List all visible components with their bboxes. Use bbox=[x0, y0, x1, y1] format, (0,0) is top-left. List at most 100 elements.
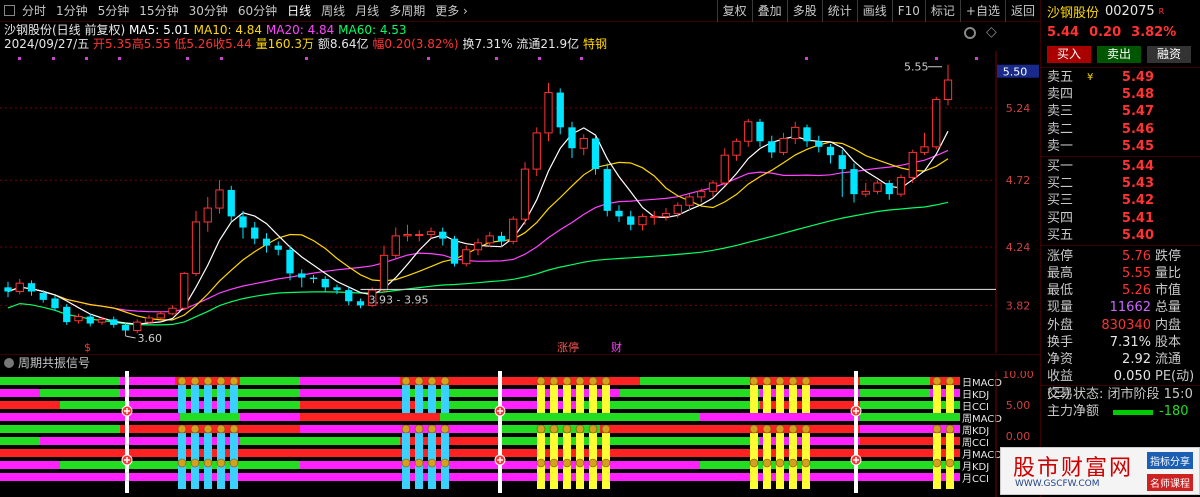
tab-more[interactable]: 更多 bbox=[430, 0, 473, 22]
indicator-tick-label: 10.00 bbox=[1002, 371, 1034, 381]
signal-highlight bbox=[763, 385, 771, 413]
tab-weekly[interactable]: 周线 bbox=[316, 0, 350, 22]
collapse-icon[interactable] bbox=[4, 357, 14, 368]
ma5-line bbox=[7, 127, 949, 325]
stat-row: 换手 7.31% 股本 bbox=[1041, 334, 1200, 351]
tab-60min[interactable]: 60分钟 bbox=[233, 0, 282, 22]
signal-dot bbox=[935, 57, 938, 60]
signal-bar bbox=[860, 377, 930, 385]
signal-dot bbox=[85, 57, 88, 60]
candle-body-down bbox=[39, 292, 47, 300]
tab-15min[interactable]: 15分钟 bbox=[134, 0, 183, 22]
signal-bar bbox=[300, 413, 440, 421]
tab-multi-period[interactable]: 多周期 bbox=[384, 0, 430, 22]
fuquan-button[interactable]: 复权 bbox=[716, 0, 752, 22]
money-bag-icon bbox=[788, 424, 798, 434]
signal-bar bbox=[860, 401, 960, 409]
stats-button[interactable]: 统计 bbox=[821, 0, 857, 22]
settings-gear-icon[interactable] bbox=[964, 27, 976, 39]
bid-price: 5.42 bbox=[1121, 193, 1154, 209]
candle-body-up bbox=[873, 182, 882, 192]
tab-30min[interactable]: 30分钟 bbox=[184, 0, 233, 22]
signal-dot bbox=[305, 57, 308, 60]
bid-row: 买五 5.40 bbox=[1041, 227, 1200, 244]
candles bbox=[4, 64, 953, 337]
candle-body-up bbox=[215, 189, 224, 209]
money-bag-icon bbox=[536, 376, 546, 386]
money-bag-icon bbox=[401, 376, 411, 386]
money-bag-icon bbox=[588, 376, 598, 386]
candle-body-down bbox=[262, 238, 271, 246]
signal-highlight bbox=[789, 385, 797, 413]
signal-bar bbox=[860, 413, 960, 421]
overlay-button[interactable]: 叠加 bbox=[751, 0, 787, 22]
money-bag-icon bbox=[562, 376, 572, 386]
stock-code: 002075 bbox=[1105, 3, 1155, 19]
mark-button[interactable]: 标记 bbox=[924, 0, 960, 22]
candle-body-down bbox=[826, 146, 835, 156]
indicator-row-label: 周KDJ bbox=[962, 425, 989, 437]
money-bag-icon bbox=[440, 458, 450, 468]
money-bag-icon bbox=[427, 424, 437, 434]
signal-dot bbox=[186, 57, 189, 60]
money-bag-icon bbox=[216, 376, 226, 386]
back-button[interactable]: 返回 bbox=[1004, 0, 1040, 22]
money-bag-icon bbox=[190, 376, 200, 386]
candle-body-up bbox=[861, 190, 870, 195]
money-bag-icon bbox=[177, 458, 187, 468]
candle-body-down bbox=[838, 155, 846, 170]
candle-body-down bbox=[815, 141, 823, 147]
candle-body-up bbox=[133, 321, 142, 331]
tab-1min[interactable]: 1分钟 bbox=[51, 0, 93, 22]
candlestick-chart[interactable]: 5.50 5.24 4.72 4.24 3.82 5.55 3.60 3.93 - 3.95… bbox=[0, 51, 1040, 353]
tab-daily[interactable]: 日线 bbox=[282, 0, 316, 22]
r-mark-icon: R bbox=[1158, 6, 1165, 16]
bid-price: 5.41 bbox=[1121, 210, 1154, 226]
high-label: 5.55 bbox=[904, 61, 929, 74]
finance-event-label: 财 bbox=[611, 340, 622, 353]
signal-bar bbox=[440, 413, 500, 421]
close-icon[interactable]: ◇ bbox=[986, 24, 997, 40]
bid-row: 买二 5.43 bbox=[1041, 175, 1200, 192]
money-bag-icon bbox=[216, 458, 226, 468]
price-tick-label: 3.82 bbox=[1006, 299, 1031, 312]
signal-highlight bbox=[415, 385, 423, 413]
signal-bar bbox=[410, 389, 500, 397]
stat-label-2: 跌停 bbox=[1155, 248, 1182, 264]
margin-button[interactable]: 融资 bbox=[1147, 46, 1191, 63]
multi-stock-button[interactable]: 多股 bbox=[786, 0, 822, 22]
layout-icon[interactable] bbox=[4, 5, 15, 16]
open-label: 开5.35 bbox=[93, 37, 132, 51]
draw-line-button[interactable]: 画线 bbox=[856, 0, 892, 22]
signal-bar bbox=[180, 413, 240, 421]
price-line: 5.44 0.20 3.82% bbox=[1041, 22, 1200, 42]
ask-label: 卖四 bbox=[1047, 87, 1074, 103]
signal-bar bbox=[0, 449, 130, 457]
add-watchlist-button[interactable]: +自选 bbox=[959, 0, 1005, 22]
sell-button[interactable]: 卖出 bbox=[1097, 46, 1141, 63]
resonance-indicator-chart[interactable]: 日MACD日KDJ日CCI周MACD周KDJ周CCI月MACD月KDJ月CCI1… bbox=[0, 371, 1040, 497]
ma60-line bbox=[7, 201, 949, 326]
bid-price: 5.40 bbox=[1121, 227, 1154, 243]
ma-lines bbox=[7, 127, 949, 326]
buy-button[interactable]: 买入 bbox=[1047, 46, 1091, 63]
bid-label: 买四 bbox=[1047, 210, 1074, 226]
stat-row: 涨停 5.76 跌停 bbox=[1041, 248, 1200, 265]
ask-label: 卖三 bbox=[1047, 104, 1074, 120]
candle-body-up bbox=[532, 132, 541, 170]
tab-fenshi[interactable]: 分时 bbox=[17, 0, 51, 22]
tab-5min[interactable]: 5分钟 bbox=[93, 0, 135, 22]
money-bag-icon bbox=[775, 424, 785, 434]
candle-body-up bbox=[379, 254, 389, 291]
signal-highlight bbox=[750, 385, 758, 413]
candle-body-down bbox=[251, 227, 259, 239]
signal-vertical-marker bbox=[498, 371, 502, 493]
signal-bar bbox=[0, 413, 180, 421]
f10-button[interactable]: F10 bbox=[891, 0, 925, 22]
tab-monthly[interactable]: 月线 bbox=[350, 0, 384, 22]
indicator-row-label: 月CCI bbox=[962, 473, 989, 485]
price-change: 0.20 bbox=[1089, 24, 1122, 40]
candle-body-down bbox=[615, 210, 623, 217]
float-label: 流通21.9亿 bbox=[516, 37, 580, 51]
indicator-row-label: 日KDJ bbox=[962, 390, 989, 401]
